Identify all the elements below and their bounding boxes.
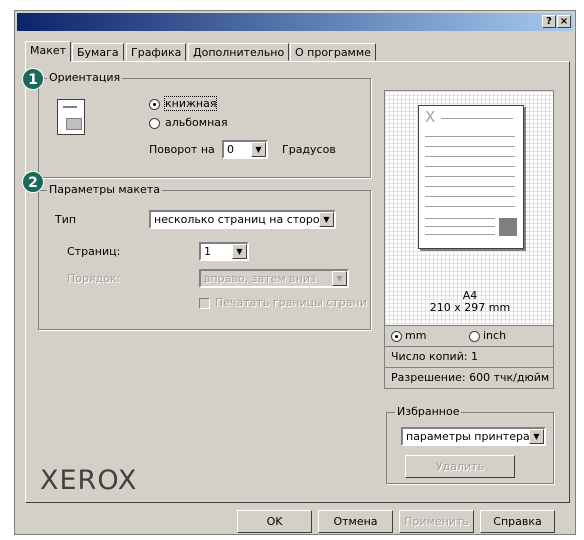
degrees-label: Градусов — [282, 143, 336, 156]
printer-properties-dialog: ? × Макет Бумага Графика Дополнительно О… — [14, 10, 576, 535]
title-bar: ? × — [17, 13, 573, 31]
paper-size: 210 x 297 mm — [429, 301, 511, 314]
preview-image-block — [499, 218, 517, 236]
apply-button: Применить — [399, 510, 474, 533]
help-title-button[interactable]: ? — [542, 15, 556, 28]
layout-options-label: Параметры макета — [47, 183, 162, 196]
type-value: несколько страниц на стороне — [154, 213, 334, 226]
help-button[interactable]: Справка — [480, 510, 555, 533]
delete-favorite-button: Удалить — [405, 455, 515, 478]
chevron-down-icon[interactable]: ▼ — [319, 212, 334, 227]
tab-panel: Ориентация книжная альбомная Поворот на … — [25, 61, 570, 503]
chevron-down-icon[interactable]: ▼ — [251, 142, 266, 157]
landscape-radio[interactable] — [149, 118, 160, 129]
page-preview: X A4 210 x 297 mm — [384, 90, 554, 326]
order-combo: вправо, затем вниз ▼ — [199, 269, 349, 288]
tab-about[interactable]: О программе — [290, 43, 376, 61]
rotate-combo[interactable]: 0 ▼ — [222, 140, 268, 159]
tab-graphics[interactable]: Графика — [126, 43, 187, 61]
preview-page: X — [418, 105, 524, 249]
orientation-page-icon — [57, 99, 85, 135]
pages-combo[interactable]: 1 ▼ — [199, 242, 249, 261]
type-combo[interactable]: несколько страниц на стороне ▼ — [149, 210, 336, 229]
favorites-value: параметры принтера — [406, 430, 530, 443]
copies-info: Число копий: 1 — [384, 347, 554, 368]
rotate-value: 0 — [227, 143, 234, 156]
print-borders-checkbox — [199, 298, 210, 309]
ok-button[interactable]: OK — [237, 510, 312, 533]
portrait-label[interactable]: книжная — [163, 96, 218, 111]
layout-options-group: Параметры макета Тип несколько страниц н… — [38, 183, 371, 330]
cancel-button[interactable]: Отмена — [318, 510, 393, 533]
order-label: Порядок: — [67, 272, 121, 285]
mm-radio[interactable] — [391, 331, 402, 342]
inch-radio[interactable] — [469, 331, 480, 342]
orientation-label: Ориентация — [47, 71, 123, 84]
mm-label[interactable]: mm — [405, 326, 426, 346]
favorites-group: Избранное параметры принтера ▼ Удалить — [386, 405, 554, 484]
pages-label: Страниц: — [67, 245, 121, 258]
tab-advanced[interactable]: Дополнительно — [188, 43, 290, 61]
close-title-button[interactable]: × — [557, 15, 571, 28]
print-borders-label: Печатать границы страниц — [215, 296, 368, 309]
rotate-label: Поворот на — [149, 143, 215, 156]
favorites-label: Избранное — [395, 405, 462, 418]
pages-value: 1 — [204, 245, 211, 258]
tab-layout[interactable]: Макет — [25, 41, 72, 62]
preview-page-mark: X — [425, 108, 436, 126]
chevron-down-icon: ▼ — [332, 271, 347, 286]
xerox-logo: XEROX — [40, 465, 138, 496]
order-value: вправо, затем вниз — [204, 272, 316, 285]
portrait-radio[interactable] — [149, 99, 160, 110]
type-label: Тип — [55, 213, 77, 226]
landscape-label[interactable]: альбомная — [165, 116, 228, 129]
layout-options-badge: 2 — [22, 171, 44, 193]
favorites-combo[interactable]: параметры принтера ▼ — [401, 427, 546, 446]
resolution-info: Разрешение: 600 тчк/дюйм — [384, 368, 554, 389]
inch-label[interactable]: inch — [483, 326, 506, 346]
chevron-down-icon[interactable]: ▼ — [232, 244, 247, 259]
units-row: mm inch — [384, 326, 554, 347]
chevron-down-icon[interactable]: ▼ — [529, 429, 544, 444]
tab-paper[interactable]: Бумага — [72, 43, 124, 61]
orientation-badge: 1 — [22, 68, 44, 90]
orientation-group: Ориентация книжная альбомная Поворот на … — [38, 71, 371, 178]
